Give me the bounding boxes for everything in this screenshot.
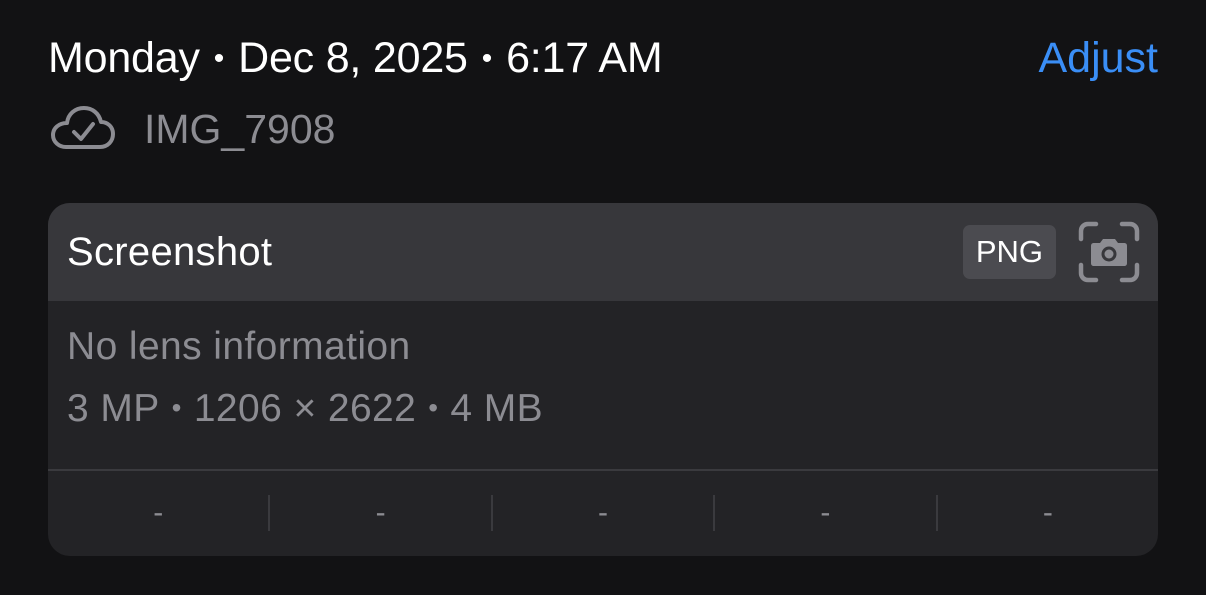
exif-iso: - [153,495,164,529]
cloud-checkmark-icon [50,103,116,155]
file-size: 4 MB [450,387,544,430]
date-separator: • [481,41,493,75]
capture-day: Monday [48,33,200,82]
card-body: No lens information 3 MP • 1206 × 2622 • 4 M… [48,301,1158,471]
exif-row: - - - - - [48,471,1158,554]
source-type-title: Screenshot [67,229,273,274]
adjust-button[interactable]: Adjust [1038,34,1158,83]
dimensions: 1206 × 2622 [193,387,417,430]
file-row: IMG_7908 [50,100,335,158]
file-name: IMG_7908 [144,105,336,152]
specs-separator: • [171,392,182,423]
exif-aperture: - [713,494,935,531]
exif-focal-length: - [268,494,490,531]
card-header-right: PNG [962,221,1140,283]
screenshot-camera-icon [1078,221,1140,283]
format-badge: PNG [962,225,1056,279]
metadata-card: Screenshot PNG No lens information 3 MP … [48,203,1158,556]
date-separator: • [213,41,225,75]
card-header: Screenshot PNG [48,203,1158,301]
exif-shutter-speed: - [935,494,1158,531]
exif-exposure-value: - [490,494,713,531]
capture-date-time: Monday • Dec 8, 2025 • 6:17 AM [48,33,663,83]
image-specs: 3 MP • 1206 × 2622 • 4 MB [67,387,1139,431]
capture-time: 6:17 AM [506,33,663,82]
specs-separator: • [428,392,439,423]
lens-info: No lens information [67,325,411,368]
header-row: Monday • Dec 8, 2025 • 6:17 AM Adjust [48,30,1158,86]
capture-date: Dec 8, 2025 [238,33,468,82]
megapixels: 3 MP [67,387,160,430]
